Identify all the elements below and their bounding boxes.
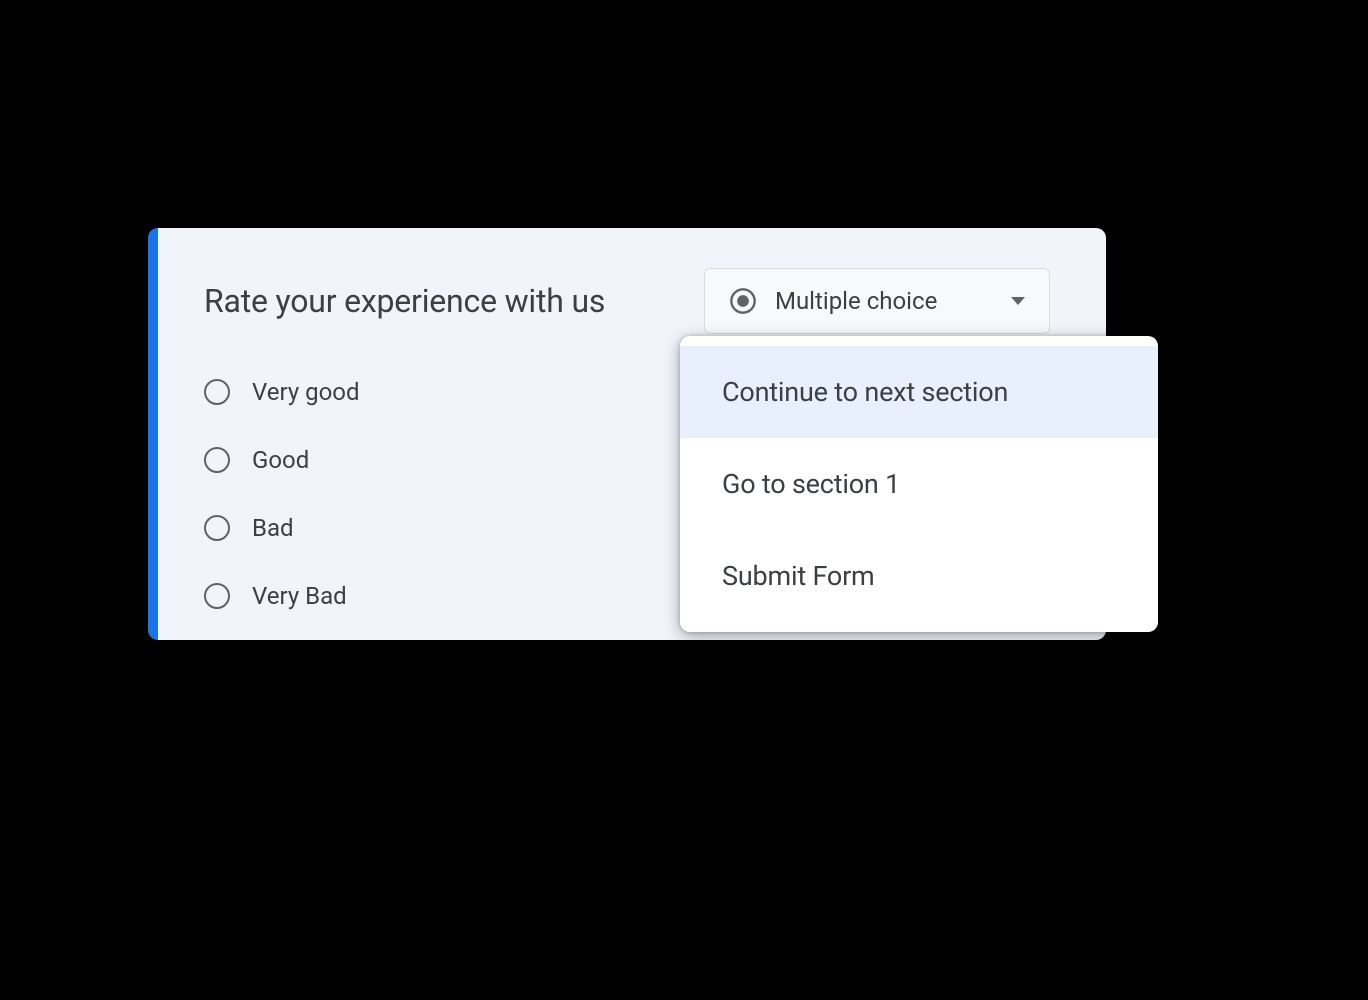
dropdown-item-continue[interactable]: Continue to next section — [680, 346, 1158, 438]
dropdown-item-goto-section-1[interactable]: Go to section 1 — [680, 438, 1158, 530]
chevron-down-icon — [1011, 297, 1025, 305]
radio-icon — [204, 583, 230, 609]
radio-icon — [204, 447, 230, 473]
option-label: Bad — [252, 514, 294, 542]
option-label: Very good — [252, 378, 360, 406]
radio-icon — [204, 379, 230, 405]
question-type-label: Multiple choice — [775, 287, 993, 315]
question-header: Rate your experience with us Multiple ch… — [204, 268, 1050, 334]
question-title[interactable]: Rate your experience with us — [204, 282, 605, 320]
question-type-selector[interactable]: Multiple choice — [704, 268, 1050, 334]
option-label: Very Bad — [252, 582, 347, 610]
radio-icon — [204, 515, 230, 541]
option-label: Good — [252, 446, 309, 474]
radio-selected-icon — [729, 287, 757, 315]
section-navigation-dropdown: Continue to next section Go to section 1… — [680, 336, 1158, 632]
dropdown-item-submit-form[interactable]: Submit Form — [680, 530, 1158, 622]
